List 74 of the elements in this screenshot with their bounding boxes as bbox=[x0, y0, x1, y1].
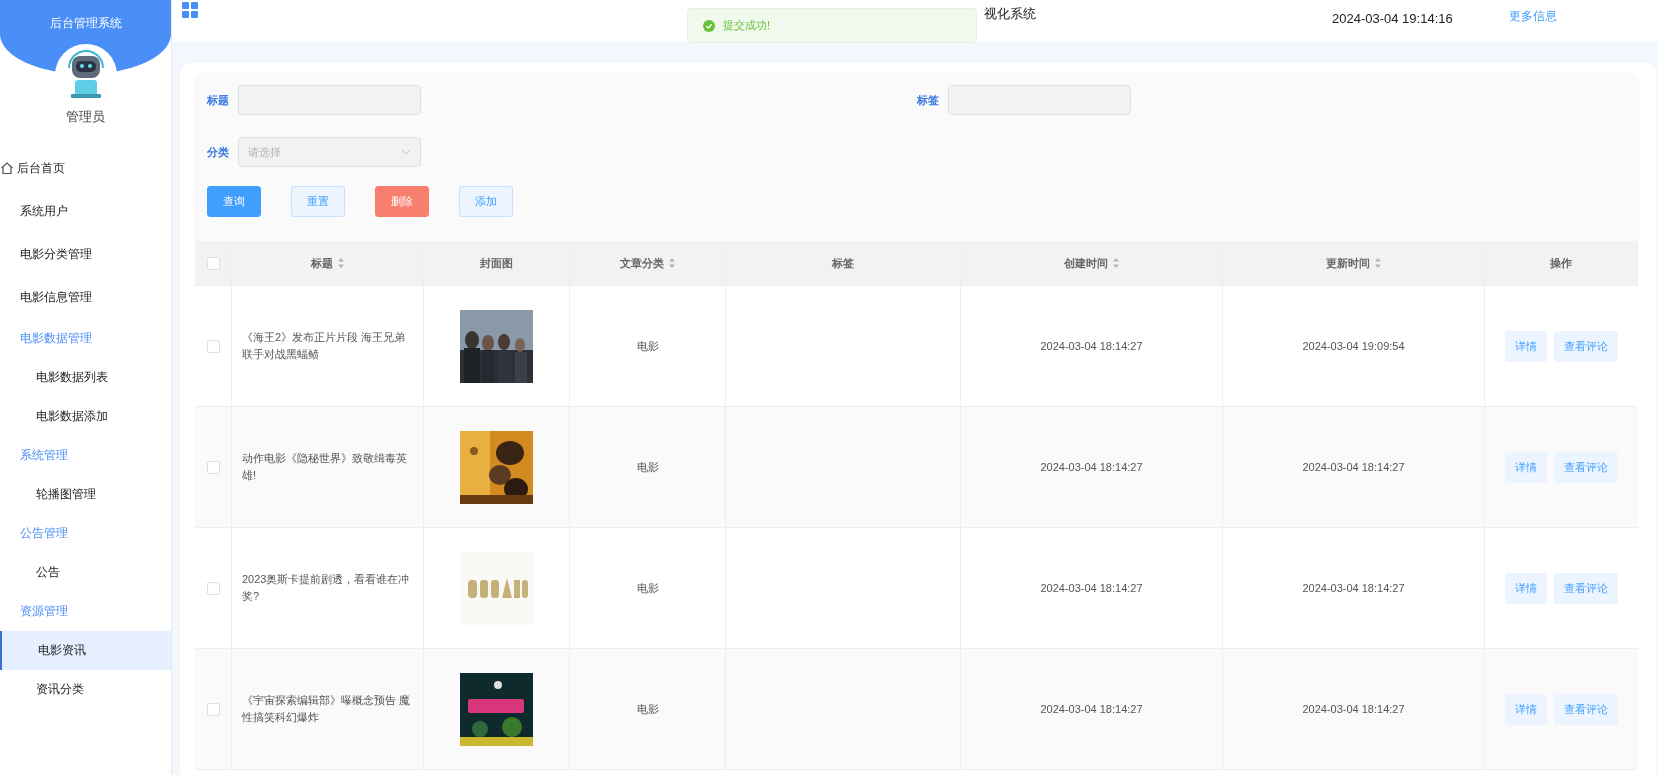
header-datetime: 2024-03-04 19:14:16 bbox=[1332, 10, 1453, 28]
table-cell-text: 《海王2》发布正片片段 海王兄弟联手对战黑蝠鲼 bbox=[242, 330, 407, 362]
menu-group[interactable]: 资源管理 bbox=[0, 591, 171, 631]
sort-icon[interactable] bbox=[667, 257, 676, 269]
column-header[interactable]: 创建时间 bbox=[1063, 254, 1120, 272]
table-cell-text: 电影 bbox=[636, 338, 659, 354]
table-cell-text: 电影 bbox=[636, 459, 659, 475]
chevron-down-icon bbox=[401, 149, 411, 155]
more-info-link[interactable]: 更多信息 bbox=[1509, 7, 1557, 25]
menu-item[interactable]: 电影分类管理 bbox=[0, 232, 171, 276]
column-header: 封面图 bbox=[480, 255, 513, 271]
menu-item[interactable]: 后台首页 bbox=[0, 146, 171, 190]
menu-item[interactable]: 资讯分类 bbox=[0, 669, 171, 709]
header-title: 视化系统 bbox=[984, 5, 1036, 23]
menu-group[interactable]: 公告管理 bbox=[0, 513, 171, 553]
toast-message: 提交成功! bbox=[723, 18, 771, 34]
menu-item[interactable]: 公告 bbox=[0, 552, 171, 592]
table-cell-text: 2023奥斯卡提前剧透，看看谁在冲奖? bbox=[242, 572, 411, 604]
row-action-button[interactable]: 详情 bbox=[1505, 451, 1547, 483]
table-cell-text: 2024-03-04 18:14:27 bbox=[1302, 701, 1405, 717]
menu-item[interactable]: 电影数据添加 bbox=[0, 396, 171, 436]
table-cell-text: 《宇宙探索编辑部》曝概念预告 魔性搞笑科幻爆炸 bbox=[242, 693, 412, 725]
table-cell-text: 电影 bbox=[636, 701, 659, 717]
title-input-field[interactable] bbox=[238, 85, 421, 115]
sort-icon[interactable] bbox=[336, 257, 345, 269]
table-cell-text: 2024-03-04 18:14:27 bbox=[1302, 580, 1405, 596]
checkbox[interactable] bbox=[206, 581, 220, 595]
table-cell-text: 2024-03-04 18:14:27 bbox=[1040, 459, 1143, 475]
column-header[interactable]: 更新时间 bbox=[1325, 254, 1382, 272]
row-action-button[interactable]: 详情 bbox=[1505, 572, 1547, 604]
sort-icon[interactable] bbox=[1373, 257, 1382, 269]
field-label: 标题 bbox=[207, 92, 230, 108]
success-icon bbox=[703, 19, 715, 32]
row-action-button[interactable]: 查看评论 bbox=[1554, 693, 1618, 725]
action-button[interactable]: 添加 bbox=[459, 186, 513, 217]
table-cell-text: 2024-03-04 18:14:27 bbox=[1040, 580, 1143, 596]
app-title: 后台管理系统 bbox=[49, 15, 122, 30]
menu-item[interactable]: 电影数据列表 bbox=[0, 357, 171, 397]
menu-group[interactable]: 电影数据管理 bbox=[0, 318, 171, 358]
column-header[interactable]: 标题 bbox=[310, 254, 345, 272]
checkbox[interactable] bbox=[206, 339, 220, 353]
sort-icon[interactable] bbox=[1111, 257, 1120, 269]
menu-item[interactable]: 电影信息管理 bbox=[0, 275, 171, 319]
table-cell-text: 2024-03-04 18:14:27 bbox=[1302, 459, 1405, 475]
column-header[interactable]: 文章分类 bbox=[619, 254, 676, 272]
home-icon bbox=[0, 161, 14, 175]
table-cell-text: 2024-03-04 18:14:27 bbox=[1040, 338, 1143, 354]
table-cell-text: 电影 bbox=[636, 580, 659, 596]
tag-input-field[interactable] bbox=[948, 85, 1131, 115]
user-name: 管理员 bbox=[66, 108, 105, 126]
row-action-button[interactable]: 详情 bbox=[1505, 330, 1547, 362]
row-action-button[interactable]: 查看评论 bbox=[1554, 572, 1618, 604]
row-action-button[interactable]: 详情 bbox=[1505, 693, 1547, 725]
checkbox[interactable] bbox=[206, 256, 220, 270]
checkbox[interactable] bbox=[206, 702, 220, 716]
menu-item[interactable]: 轮播图管理 bbox=[0, 474, 171, 514]
table-cell-text: 2024-03-04 19:09:54 bbox=[1302, 338, 1405, 354]
action-button[interactable]: 重置 bbox=[291, 186, 345, 217]
action-button[interactable]: 查询 bbox=[207, 186, 261, 217]
field-label: 分类 bbox=[207, 144, 230, 160]
menu-item[interactable]: 电影资讯 bbox=[0, 630, 171, 670]
menu-item[interactable]: 系统用户 bbox=[0, 189, 171, 233]
action-button[interactable]: 删除 bbox=[375, 186, 429, 217]
checkbox[interactable] bbox=[206, 460, 220, 474]
column-header: 标签 bbox=[832, 255, 854, 271]
grid-menu-icon[interactable] bbox=[182, 2, 198, 18]
row-action-button[interactable]: 查看评论 bbox=[1554, 451, 1618, 483]
menu-group[interactable]: 系统管理 bbox=[0, 435, 171, 475]
table-cell-text: 动作电影《隐秘世界》致敬缉毒英雄! bbox=[242, 451, 408, 483]
column-header: 操作 bbox=[1550, 255, 1572, 271]
table-cell-text: 2024-03-04 18:14:27 bbox=[1040, 701, 1143, 717]
field-label: 标签 bbox=[917, 92, 940, 108]
category-select[interactable]: 请选择 bbox=[238, 137, 421, 167]
row-action-button[interactable]: 查看评论 bbox=[1554, 330, 1618, 362]
